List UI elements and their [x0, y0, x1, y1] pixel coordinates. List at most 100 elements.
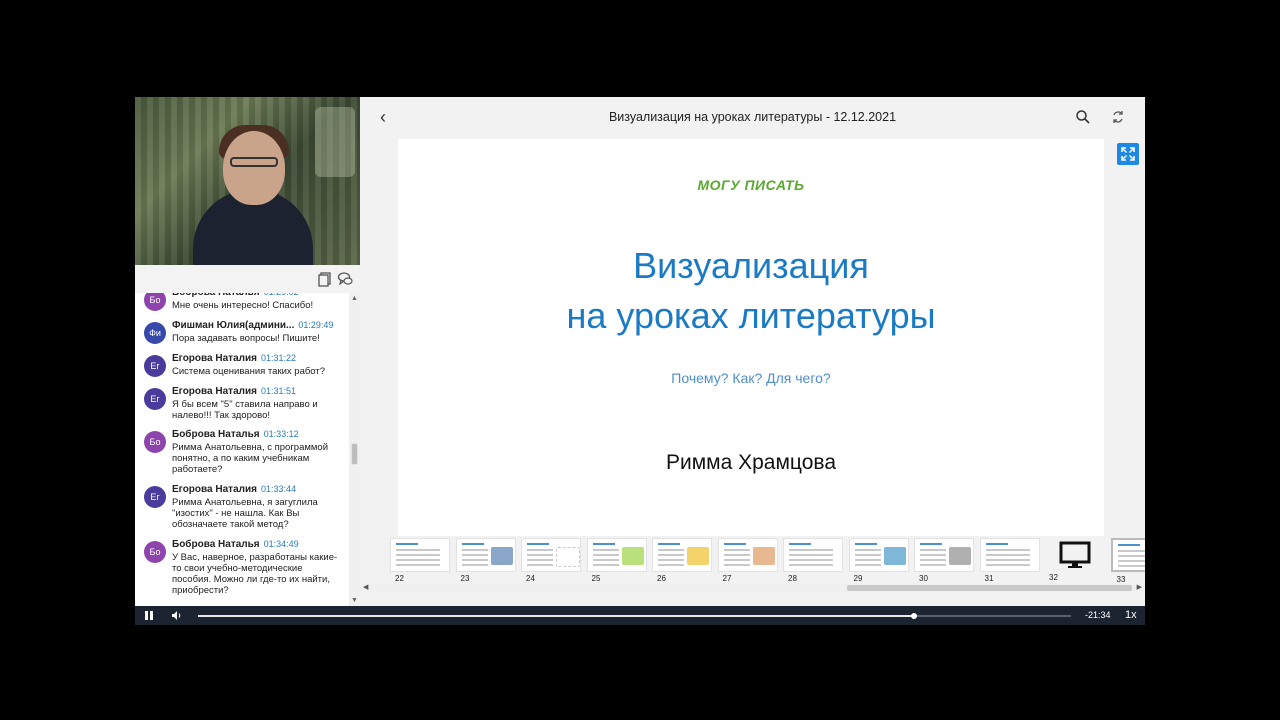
thumbnail-text-line: [461, 554, 488, 556]
slide-title-line1: Визуализация: [633, 245, 869, 286]
thumbnail-text-line: [461, 559, 488, 561]
thumbnail-text-line: [396, 564, 440, 566]
thumbnail-text-line: [723, 564, 750, 566]
thumbnail-text-line: [985, 554, 1030, 556]
slide-thumbnail[interactable]: 23: [455, 538, 516, 583]
chat-sender-label: Егорова Наталия: [172, 484, 257, 495]
thumbnail-number: 30: [919, 574, 928, 583]
thumbnail-text-line: [985, 549, 1030, 551]
thumbnail-image: [621, 547, 644, 565]
monitor-icon: [1059, 541, 1091, 568]
avatar: Ег: [144, 486, 166, 508]
thumbnail-image: [490, 547, 513, 565]
thumbnail-text-line: [789, 554, 833, 556]
playback-progress-track[interactable]: [198, 613, 1071, 619]
sync-icon[interactable]: [1110, 109, 1126, 125]
avatar: Ег: [144, 355, 166, 377]
chat-scrollbar[interactable]: ▲ ▼: [349, 293, 360, 606]
chat-message-text: Система оценивания таких работ?: [172, 366, 326, 377]
chat-timestamp: 01:29:49: [298, 320, 334, 330]
thumbnail-scrollbar[interactable]: ◀ ▶: [360, 583, 1145, 593]
slide-thumbnail[interactable]: 24: [521, 538, 581, 583]
slide-thumbnail[interactable]: 33: [1110, 538, 1145, 583]
playback-speed-button[interactable]: 1x: [1125, 609, 1137, 621]
chat-timestamp: 01:31:22: [260, 353, 297, 363]
thumbnail-heading: [1117, 544, 1140, 546]
thumbnail-text-line: [658, 549, 684, 551]
thumbnail-number: 25: [591, 574, 601, 583]
presentation-header: ‹ Визуализация на уроках литературы - 12…: [360, 97, 1145, 137]
copy-icon[interactable]: [317, 271, 333, 287]
thumbnail-image: [556, 547, 580, 567]
slide-thumbnail-strip[interactable]: 22 23 24 25 26 27 28 29 30 31 32 33: [360, 537, 1145, 583]
webinar-player: Бо Боброва Наталья 01:29:02 Мне очень интер…: [135, 97, 1145, 625]
thumbnail-text-line: [789, 549, 833, 551]
thumbnail-text-line: [920, 549, 946, 551]
chat-timestamp: 01:29:02: [264, 293, 299, 297]
scroll-down-icon[interactable]: ▼: [351, 597, 358, 604]
chat-message-text: Я бы всем "5" ставила направо и налево!!…: [172, 399, 318, 421]
thumbnail-heading: [396, 543, 418, 545]
playback-progress-fill: [198, 615, 914, 617]
thumbnail-text-line: [789, 564, 833, 566]
scroll-left-icon[interactable]: ◀: [363, 583, 368, 591]
thumbnail-heading: [789, 543, 811, 545]
thumbnail-text-line: [461, 564, 488, 566]
thumbnail-heading: [920, 543, 942, 545]
slide-thumbnail[interactable]: 31: [979, 538, 1040, 583]
thumbnail-text-line: [592, 549, 619, 551]
scroll-up-icon[interactable]: ▲: [351, 295, 358, 302]
thumbnail-heading: [461, 543, 484, 545]
avatar: Бо: [144, 431, 166, 453]
slide-thumbnail[interactable]: 32: [1045, 538, 1105, 582]
thumbnail-number: 22: [395, 574, 404, 583]
thumbnail-text-line: [527, 559, 553, 561]
thumbnail-image: [949, 547, 971, 565]
chat-sender-name: Егорова Наталия 01:31:22: [172, 353, 296, 364]
thumbnail-heading: [985, 543, 1008, 545]
chat-scroll-thumb[interactable]: [351, 443, 358, 465]
chat-sender-name: Боброва Наталья 01:29:02: [172, 293, 299, 298]
slide-logo: МОГУ ПИСАТЬ: [697, 177, 805, 193]
avatar: Бо: [144, 541, 166, 563]
scroll-right-icon[interactable]: ▶: [1137, 583, 1142, 591]
thumbnail-text-line: [461, 549, 488, 551]
playback-scrubber-handle[interactable]: [910, 613, 917, 619]
chat-bubbles-icon[interactable]: [337, 271, 353, 287]
thumbnail-text-line: [723, 554, 750, 556]
thumbnail-heading: [723, 543, 746, 545]
chat-messages[interactable]: Бо Боброва Наталья 01:29:02 Мне очень интер…: [135, 293, 349, 606]
slide-thumbnail[interactable]: 30: [914, 538, 974, 583]
pause-icon[interactable]: [145, 611, 154, 620]
chat-message-text: Римма Анатольевна, я загуглила "изостих"…: [172, 497, 318, 530]
avatar: Бо: [144, 293, 166, 311]
chat-timestamp: 01:34:49: [263, 539, 299, 549]
time-remaining: -21:34: [1085, 610, 1111, 620]
thumbnail-text-line: [592, 554, 619, 556]
chat-sender-label: Фишман Юлия(админи...: [172, 320, 295, 331]
slide-thumbnail[interactable]: 28: [783, 538, 843, 583]
webcam-window-light: [315, 107, 355, 177]
slide-thumbnail[interactable]: 26: [652, 538, 712, 583]
thumbnail-number: 33: [1116, 575, 1126, 583]
slide-thumbnail[interactable]: 25: [586, 538, 647, 583]
thumbnail-text-line: [920, 564, 946, 566]
volume-icon[interactable]: [171, 610, 183, 621]
thumbnail-text-line: [1117, 550, 1145, 552]
presentation-title: Визуализация на уроках литературы - 12.1…: [608, 110, 897, 124]
thumbnail-heading: [592, 543, 615, 545]
slide-thumbnail[interactable]: 29: [848, 538, 909, 583]
thumbnail-text-line: [658, 554, 684, 556]
thumbnail-text-line: [920, 554, 946, 556]
search-icon[interactable]: [1075, 109, 1091, 125]
fullscreen-button[interactable]: [1117, 143, 1139, 165]
thumbnail-scroll-thumb[interactable]: [847, 585, 1132, 591]
chat-message-text: Мне очень интересно! Спасибо!: [172, 300, 314, 311]
speaker-head: [223, 131, 285, 205]
left-panel: Бо Боброва Наталья 01:29:02 Мне очень интер…: [135, 97, 360, 606]
thumbnail-text-line: [396, 549, 440, 551]
thumbnail-text-line: [592, 559, 619, 561]
slide-thumbnail[interactable]: 27: [717, 538, 778, 583]
chat-sender-name: Фишман Юлия(админи... 01:29:49: [172, 320, 333, 331]
slide-thumbnail[interactable]: 22: [390, 538, 450, 583]
